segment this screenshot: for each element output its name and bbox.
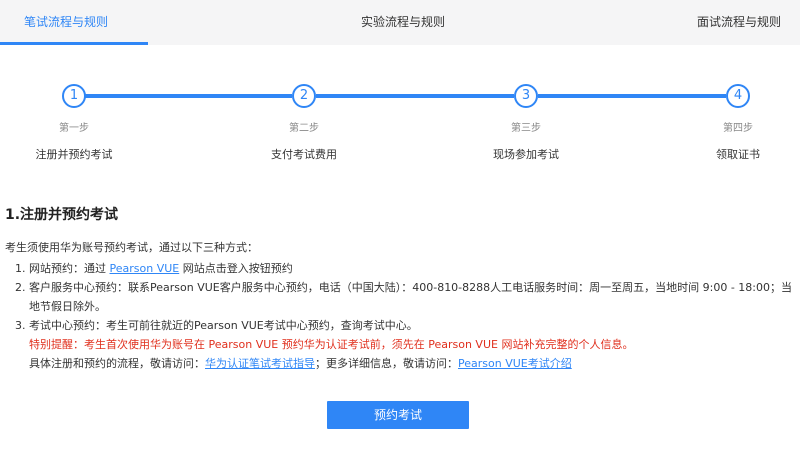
step-2-sub: 第二步 [289, 123, 319, 134]
step-4-label: 领取证书 [716, 148, 760, 161]
step-4-sub: 第四步 [723, 123, 753, 134]
intro-text: 考生须使用华为账号预约考试，通过以下三种方式： [5, 241, 258, 254]
step-connector-1 [84, 94, 292, 98]
step-2-label: 支付考试费用 [271, 148, 337, 161]
pearson-vue-intro-link[interactable]: Pearson VUE考试介绍 [458, 357, 572, 370]
tab-written-exam[interactable]: 笔试流程与规则 [24, 0, 108, 45]
tab-interview[interactable]: 面试流程与规则 [697, 0, 781, 45]
step-3-sub: 第三步 [511, 123, 541, 134]
active-tab-indicator [0, 42, 148, 45]
step-2-circle: 2 [292, 84, 316, 108]
item-2-text: 客户服务中心预约：联系Pearson VUE客户服务中心预约，电话（中国大陆）：… [29, 281, 793, 313]
pearson-vue-link[interactable]: Pearson VUE [110, 262, 180, 275]
step-3-circle: 3 [514, 84, 538, 108]
page: 笔试流程与规则 实验流程与规则 面试流程与规则 1 2 3 4 第一步 第二步 … [0, 0, 800, 450]
booking-methods-list: 1. 网站预约：通过 Pearson VUE 网站点击登入按钮预约 2. 客户服… [15, 259, 795, 373]
tab-lab-exam[interactable]: 实验流程与规则 [361, 0, 445, 45]
item-3-text: 考试中心预约：考生可前往就近的Pearson VUE考试中心预约，查询考试中心。 [29, 319, 418, 332]
step-3-label: 现场参加考试 [493, 148, 559, 161]
section-title: 1.注册并预约考试 [5, 207, 119, 223]
list-item: 1. 网站预约：通过 Pearson VUE 网站点击登入按钮预约 [15, 262, 293, 275]
step-connector-2 [316, 94, 514, 98]
item-1-prefix: 网站预约：通过 [29, 262, 110, 275]
list-item: 2. 客户服务中心预约：联系Pearson VUE客户服务中心预约，电话（中国大… [15, 278, 795, 316]
step-4-circle: 4 [726, 84, 750, 108]
tab-bar: 笔试流程与规则 实验流程与规则 面试流程与规则 [0, 0, 800, 45]
step-connector-3 [538, 94, 726, 98]
more-prefix: 具体注册和预约的流程，敬请访问： [29, 357, 205, 370]
step-1-label: 注册并预约考试 [35, 148, 113, 161]
step-1-circle: 1 [62, 84, 86, 108]
step-1-sub: 第一步 [59, 123, 89, 134]
list-item: 3. 考试中心预约：考生可前往就近的Pearson VUE考试中心预约，查询考试… [15, 316, 795, 335]
item-1-suffix: 网站点击登入按钮预约 [179, 262, 293, 275]
more-info-line: 具体注册和预约的流程，敬请访问：华为认证笔试考试指导；更多详细信息，敬请访问：P… [15, 354, 795, 373]
progress-stepper: 1 2 3 4 第一步 第二步 第三步 第四步 注册并预约考试 支付考试费用 现… [0, 75, 800, 175]
more-middle: ；更多详细信息，敬请访问： [315, 357, 458, 370]
exam-guide-link[interactable]: 华为认证笔试考试指导 [205, 357, 315, 370]
book-exam-button[interactable]: 预约考试 [327, 401, 469, 429]
special-notice: 特别提醒：考生首次使用华为账号在 Pearson VUE 预约华为认证考试前，须… [29, 338, 634, 351]
